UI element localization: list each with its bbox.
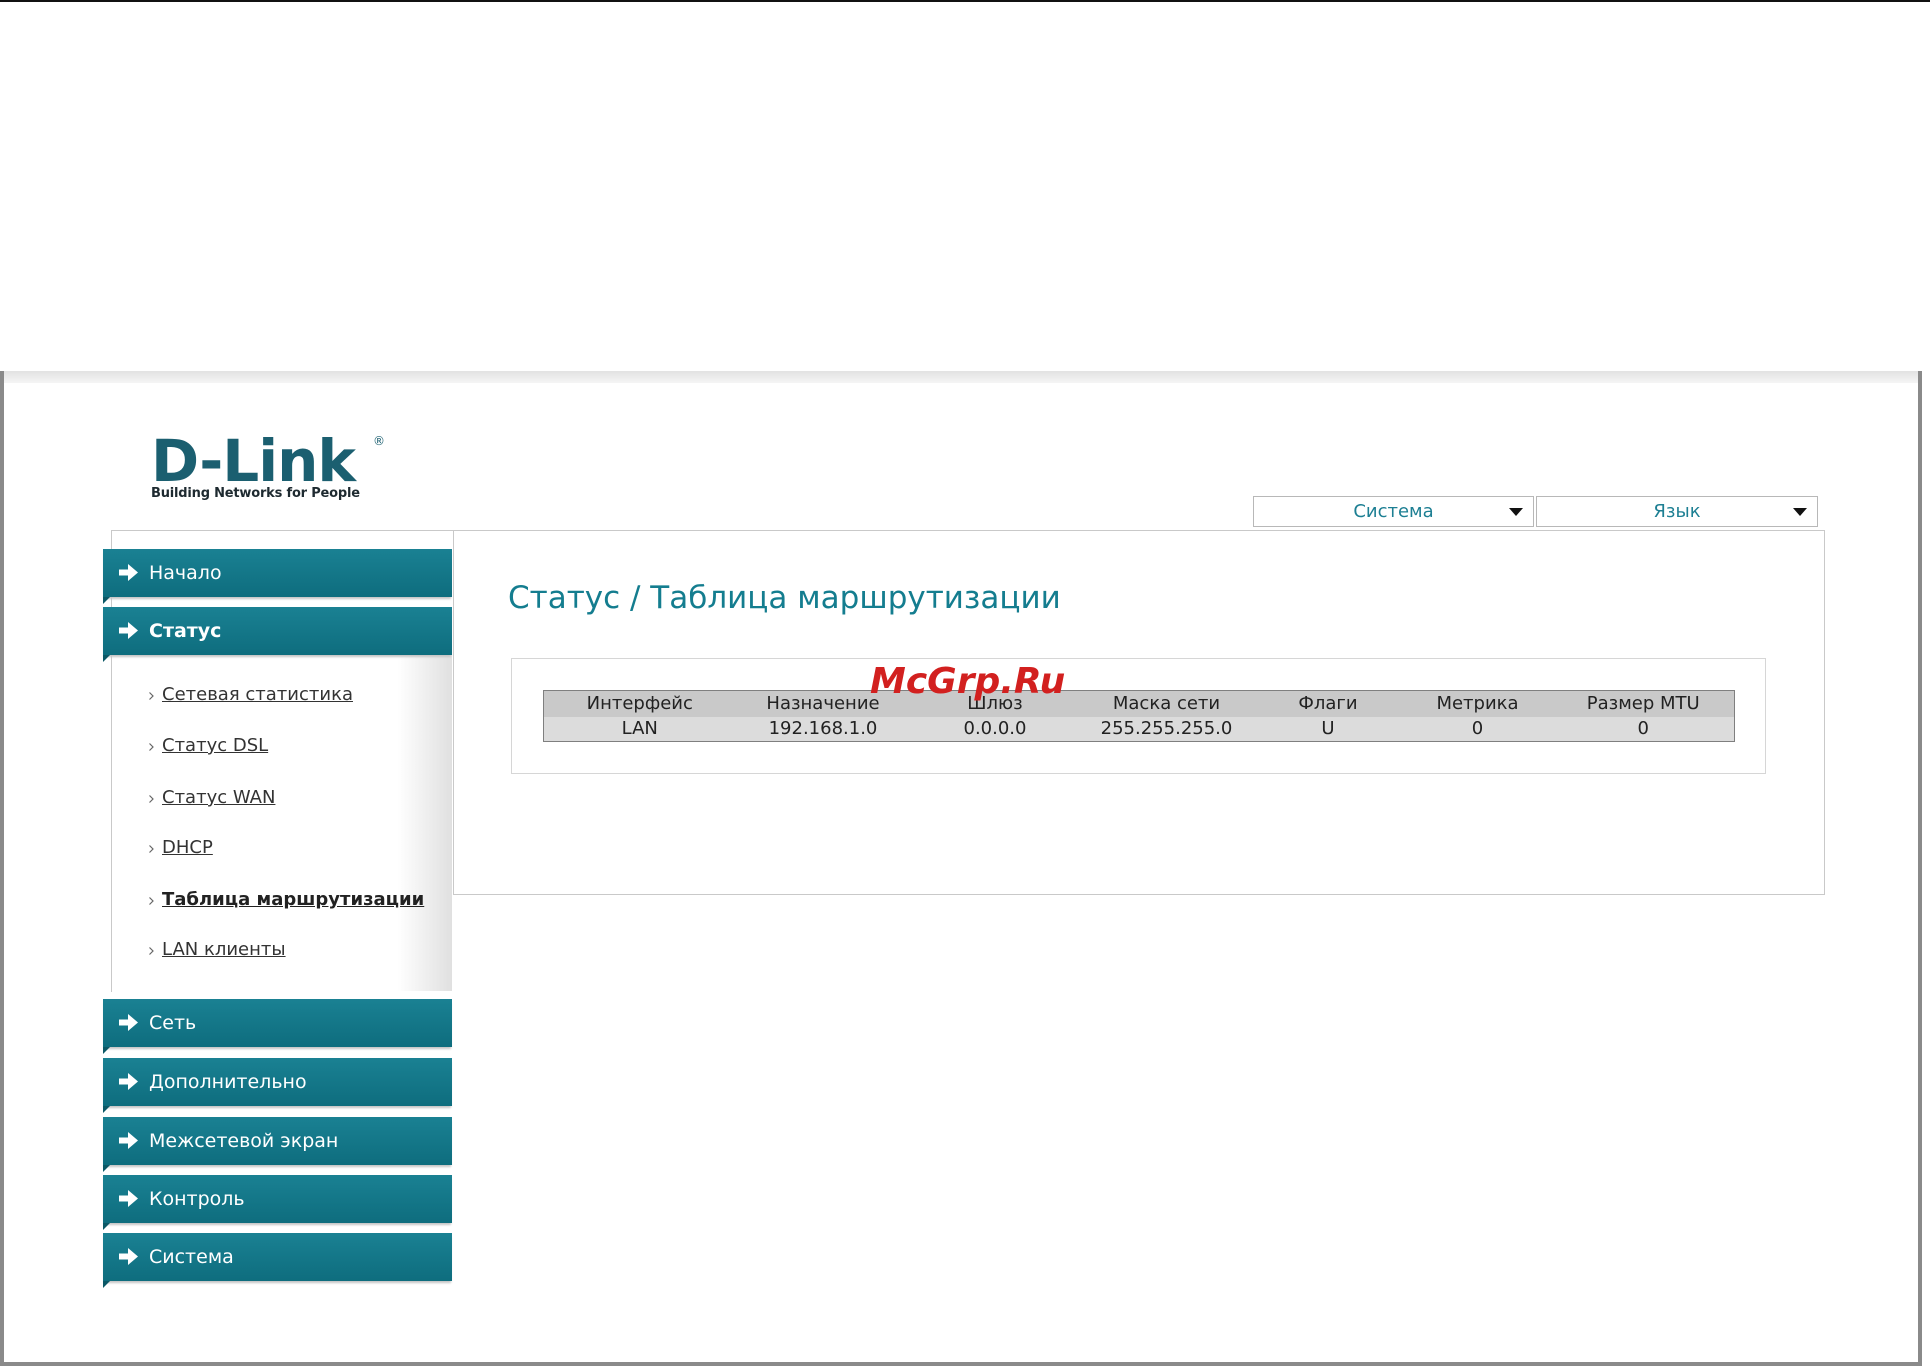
column-header-interface: Интерфейс [586,692,693,714]
chevron-right-icon [149,692,154,700]
arrow-right-icon [119,622,138,639]
table-header-row: Интерфейс Назначение Шлюз Маска сети Фла… [543,690,1735,717]
sidebar-item-label: Контроль [149,1188,245,1210]
column-header-netmask: Маска сети [1112,692,1221,714]
chevron-right-icon [149,795,154,803]
dlink-logo: D-Link ® Building Networks for People [151,430,391,510]
sidebar-item-label: Межсетевой экран [149,1130,339,1152]
cell-interface: LAN [621,717,658,739]
page-title: Статус / Таблица маршрутизации [508,580,1061,616]
arrow-right-icon [119,1190,138,1207]
cell-netmask: 255.255.255.0 [1100,717,1233,739]
arrow-right-icon [119,1014,138,1031]
arrow-right-icon [119,564,138,581]
caret-down-icon [1509,508,1523,516]
sidebar-item-label: Начало [149,562,222,584]
logo-brand: D-Link [151,427,356,495]
column-header-metric: Метрика [1436,692,1519,714]
chevron-right-icon [149,947,154,955]
language-dropdown[interactable]: Язык [1536,496,1818,527]
sidebar-item-system[interactable]: Система [103,1233,452,1288]
sidebar-item-label: Сеть [149,1012,197,1034]
system-dropdown[interactable]: Система [1253,496,1534,527]
caret-down-icon [1793,508,1807,516]
sidebar-item-firewall[interactable]: Межсетевой экран [103,1117,452,1172]
sidebar-item-control[interactable]: Контроль [103,1175,452,1230]
sidebar-item-label: Статус [149,620,222,642]
sidebar-item-network[interactable]: Сеть [103,999,452,1054]
sidebar-item-label: Дополнительно [149,1071,307,1093]
arrow-right-icon [119,1132,138,1149]
sidebar-item-label: Система [149,1246,234,1268]
sidebar-item-status[interactable]: Статус [103,607,452,662]
cell-metric: 0 [1471,717,1484,739]
arrow-right-icon [119,1073,138,1090]
chevron-right-icon [149,743,154,751]
system-dropdown-label: Система [1353,501,1434,522]
watermark: McGrp.Ru [870,661,1066,702]
top-rule [0,0,1930,2]
table-row: LAN 192.168.1.0 0.0.0.0 255.255.255.0 U … [543,716,1735,742]
routing-table: Интерфейс Назначение Шлюз Маска сети Фла… [543,690,1735,742]
logo-registered-mark: ® [373,434,385,448]
submenu-link-label: DHCP [162,837,213,858]
logo-tagline: Building Networks for People [151,486,360,501]
sidebar-item-home[interactable]: Начало [103,549,452,604]
chevron-right-icon [149,897,154,905]
cell-gateway: 0.0.0.0 [963,717,1027,739]
column-header-mtu: Размер MTU [1586,692,1700,714]
cell-mtu: 0 [1637,717,1649,739]
column-header-flags: Флаги [1298,692,1358,714]
submenu-link-label: Статус DSL [162,735,269,756]
arrow-right-icon [119,1248,138,1265]
cell-flags: U [1321,717,1335,739]
submenu-link-label: Сетевая статистика [162,684,353,705]
submenu-link-label: LAN клиенты [162,939,286,960]
frame-top-band [4,371,1918,383]
chevron-right-icon [149,845,154,853]
cell-destination: 192.168.1.0 [768,717,878,739]
language-dropdown-label: Язык [1653,501,1701,522]
submenu-link-label: Таблица маршрутизации [162,889,425,910]
submenu-link-label: Статус WAN [162,787,276,808]
sidebar-item-advanced[interactable]: Дополнительно [103,1058,452,1113]
